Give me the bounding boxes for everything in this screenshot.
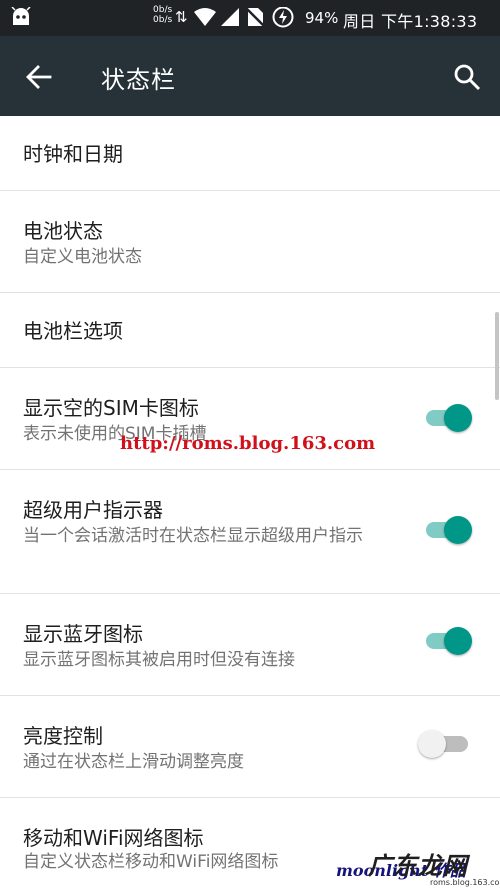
setting-superuser-indicator[interactable]: 超级用户指示器 当一个会话激活时在状态栏显示超级用户指示 bbox=[0, 470, 500, 594]
setting-title: 电池状态 bbox=[23, 219, 103, 243]
network-speed: 0b/s 0b/s bbox=[153, 5, 172, 25]
clock: 周日 下午1:38:33 bbox=[343, 12, 478, 31]
signal-icon bbox=[221, 8, 239, 26]
data-transfer-icon: ⇅ bbox=[175, 8, 188, 26]
watermark-site: roms.blog.163.com bbox=[430, 878, 500, 887]
setting-bluetooth-icon[interactable]: 显示蓝牙图标 显示蓝牙图标其被启用时但没有连接 bbox=[0, 594, 500, 696]
superuser-toggle[interactable] bbox=[424, 515, 474, 545]
battery-percent: 94% bbox=[305, 9, 339, 27]
setting-summary: 自定义状态栏移动和WiFi网络图标 bbox=[23, 852, 279, 872]
watermark-url: http://roms.blog.163.com bbox=[120, 433, 376, 454]
android-debug-icon bbox=[11, 7, 31, 25]
toggle-thumb bbox=[444, 404, 472, 432]
setting-title: 时钟和日期 bbox=[23, 142, 123, 166]
back-arrow-icon[interactable] bbox=[24, 62, 54, 92]
net-speed-up: 0b/s bbox=[153, 5, 173, 15]
empty-sim-toggle[interactable] bbox=[424, 403, 474, 433]
toggle-thumb bbox=[444, 627, 472, 655]
toggle-thumb bbox=[444, 516, 472, 544]
setting-summary: 自定义电池状态 bbox=[23, 247, 142, 267]
setting-battery-bar[interactable]: 电池栏选项 bbox=[0, 293, 500, 368]
setting-brightness-control[interactable]: 亮度控制 通过在状态栏上滑动调整亮度 bbox=[0, 696, 500, 798]
toggle-thumb bbox=[418, 730, 446, 758]
setting-summary: 显示蓝牙图标其被启用时但没有连接 bbox=[23, 650, 295, 670]
battery-charging-icon bbox=[272, 7, 294, 28]
setting-battery-status[interactable]: 电池状态 自定义电池状态 bbox=[0, 191, 500, 293]
page-title: 状态栏 bbox=[101, 66, 176, 94]
bluetooth-toggle[interactable] bbox=[424, 626, 474, 656]
setting-summary: 通过在状态栏上滑动调整亮度 bbox=[23, 752, 244, 772]
setting-title: 显示蓝牙图标 bbox=[23, 622, 143, 646]
net-speed-down: 0b/s bbox=[153, 15, 173, 25]
scrollbar[interactable] bbox=[495, 312, 499, 400]
setting-empty-sim-icon[interactable]: 显示空的SIM卡图标 表示未使用的SIM卡插槽 bbox=[0, 368, 500, 470]
status-icons bbox=[194, 7, 294, 28]
app-bar: 状态栏 bbox=[0, 36, 500, 116]
no-sim-icon bbox=[245, 7, 266, 28]
setting-summary: 当一个会话激活时在状态栏显示超级用户指示 bbox=[23, 526, 363, 546]
setting-title: 移动和WiFi网络图标 bbox=[23, 826, 204, 850]
setting-title: 显示空的SIM卡图标 bbox=[23, 396, 199, 420]
status-bar: 0b/s 0b/s ⇅ 94% 周日 下午1:38:33 bbox=[0, 0, 500, 36]
setting-title: 超级用户指示器 bbox=[23, 498, 163, 522]
brightness-toggle[interactable] bbox=[418, 729, 474, 759]
setting-title: 电池栏选项 bbox=[23, 319, 123, 343]
watermark-logo: 广东龙网 bbox=[368, 852, 468, 880]
setting-clock-date[interactable]: 时钟和日期 bbox=[0, 116, 500, 191]
wifi-icon bbox=[194, 8, 216, 26]
setting-title: 亮度控制 bbox=[23, 724, 103, 748]
search-icon[interactable] bbox=[452, 62, 482, 92]
